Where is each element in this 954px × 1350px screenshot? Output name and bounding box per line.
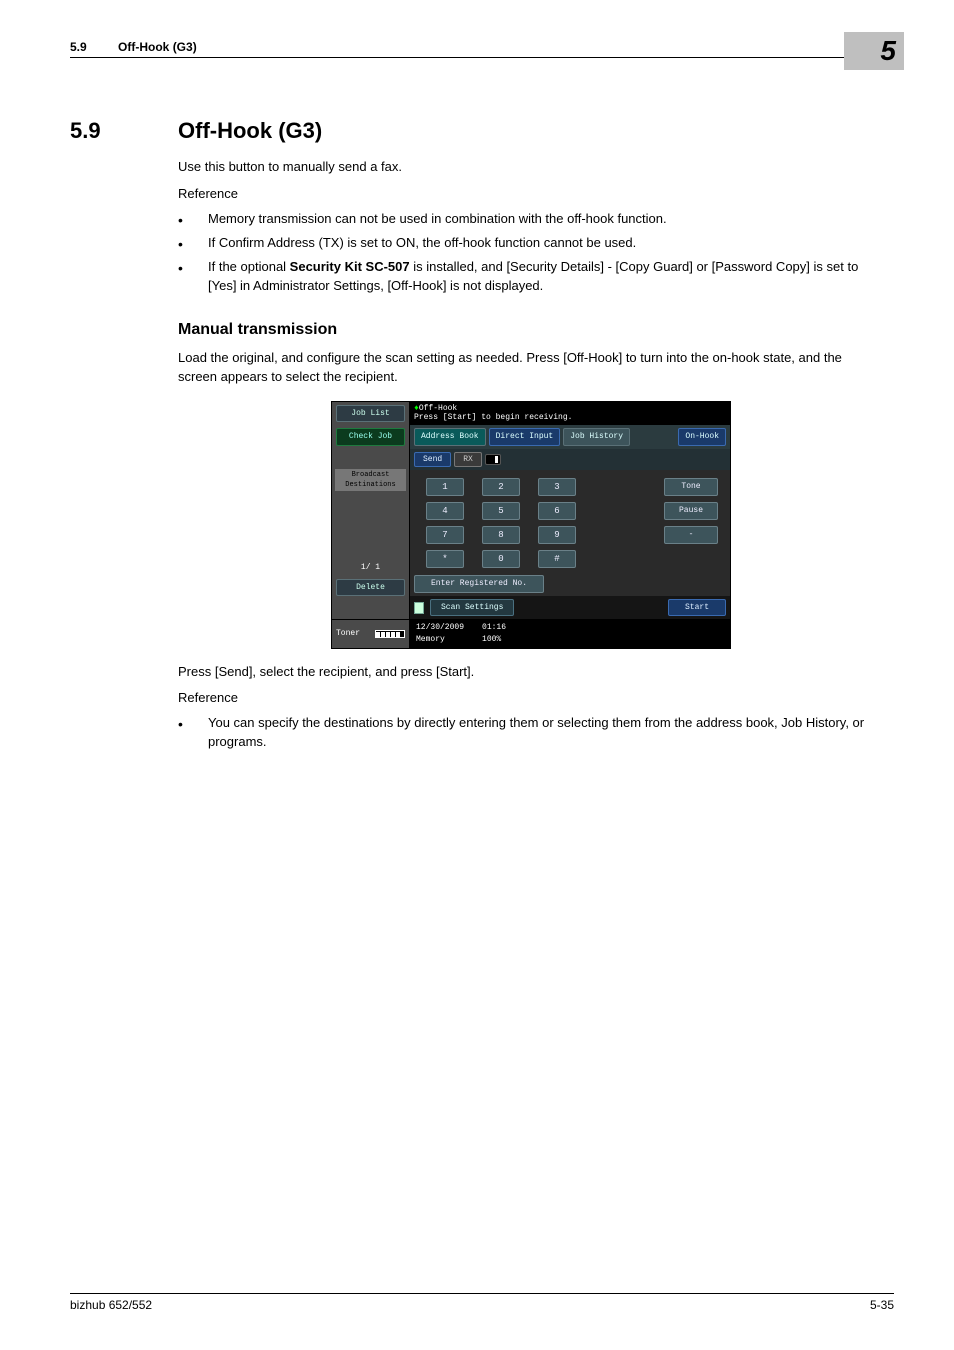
keypad-8[interactable]: 8 xyxy=(482,526,520,544)
document-icon xyxy=(414,602,424,614)
status-time: 01:16 xyxy=(482,623,506,632)
memory-label: Memory xyxy=(416,635,445,644)
panel-title: Off-Hook xyxy=(419,404,457,413)
bullet-icon: • xyxy=(178,714,208,752)
panel-message: Press [Start] to begin receiving. xyxy=(414,413,572,422)
enter-registered-no-button[interactable]: Enter Registered No. xyxy=(414,575,544,593)
check-job-button[interactable]: Check Job xyxy=(336,428,405,446)
job-list-button[interactable]: Job List xyxy=(336,405,405,423)
toner-gauge-icon xyxy=(375,630,405,638)
manual-paragraph: Load the original, and configure the sca… xyxy=(178,349,884,387)
keypad-2[interactable]: 2 xyxy=(482,478,520,496)
header-section-title: Off-Hook (G3) xyxy=(118,40,197,54)
send-button[interactable]: Send xyxy=(414,452,451,468)
number-field[interactable] xyxy=(485,454,501,465)
tab-direct-input[interactable]: Direct Input xyxy=(489,428,561,446)
start-button[interactable]: Start xyxy=(668,599,726,617)
subheading-manual-transmission: Manual transmission xyxy=(178,318,884,341)
heading-number: 5.9 xyxy=(70,118,178,144)
keypad-9[interactable]: 9 xyxy=(538,526,576,544)
keypad-5[interactable]: 5 xyxy=(482,502,520,520)
keypad-star[interactable]: * xyxy=(426,550,464,568)
bullet-text: If the optional Security Kit SC-507 is i… xyxy=(208,258,884,296)
bullet-text: If Confirm Address (TX) is set to ON, th… xyxy=(208,234,884,254)
header-rule xyxy=(70,57,884,58)
keypad-0[interactable]: 0 xyxy=(482,550,520,568)
page-indicator: 1/ 1 xyxy=(332,562,409,574)
delete-button[interactable]: Delete xyxy=(336,579,405,597)
keypad-1[interactable]: 1 xyxy=(426,478,464,496)
toner-label: Toner xyxy=(336,628,360,640)
bullet-icon: • xyxy=(178,234,208,254)
running-header: 5.9 Off-Hook (G3) xyxy=(70,40,884,54)
reference-list-a: •Memory transmission can not be used in … xyxy=(178,210,884,296)
tab-job-history[interactable]: Job History xyxy=(563,428,630,446)
chapter-badge: 5 xyxy=(844,32,904,70)
rx-button[interactable]: RX xyxy=(454,452,482,468)
keypad-hash[interactable]: # xyxy=(538,550,576,568)
bullet-icon: • xyxy=(178,210,208,230)
footer-product: bizhub 652/552 xyxy=(70,1298,152,1312)
keypad-3[interactable]: 3 xyxy=(538,478,576,496)
footer-page: 5-35 xyxy=(870,1298,894,1312)
keypad-4[interactable]: 4 xyxy=(426,502,464,520)
heading-title: Off-Hook (G3) xyxy=(178,118,322,144)
footer-rule xyxy=(70,1293,894,1294)
status-date: 12/30/2009 xyxy=(416,623,464,632)
keypad-6[interactable]: 6 xyxy=(538,502,576,520)
bullet-text: You can specify the destinations by dire… xyxy=(208,714,884,752)
broadcast-destinations-label: Broadcast Destinations xyxy=(335,469,406,491)
on-hook-button[interactable]: On-Hook xyxy=(678,428,726,446)
reference-list-b: •You can specify the destinations by dir… xyxy=(178,714,884,752)
memory-value: 100% xyxy=(482,635,501,644)
keypad-7[interactable]: 7 xyxy=(426,526,464,544)
reference-label: Reference xyxy=(178,185,884,204)
chapter-number: 5 xyxy=(880,35,896,66)
dash-button[interactable]: - xyxy=(664,526,718,544)
device-screenshot: Job List Check Job Broadcast Destination… xyxy=(331,401,731,649)
bullet-icon: • xyxy=(178,258,208,296)
intro-paragraph: Use this button to manually send a fax. xyxy=(178,158,884,177)
scan-settings-button[interactable]: Scan Settings xyxy=(430,599,514,617)
header-section-no: 5.9 xyxy=(70,40,87,54)
tone-button[interactable]: Tone xyxy=(664,478,718,496)
tab-address-book[interactable]: Address Book xyxy=(414,428,486,446)
after-screenshot-paragraph: Press [Send], select the recipient, and … xyxy=(178,663,884,682)
bullet-text: Memory transmission can not be used in c… xyxy=(208,210,884,230)
panel-header: ♦Off-Hook Press [Start] to begin receivi… xyxy=(410,402,730,425)
pause-button[interactable]: Pause xyxy=(664,502,718,520)
reference-label-2: Reference xyxy=(178,689,884,708)
